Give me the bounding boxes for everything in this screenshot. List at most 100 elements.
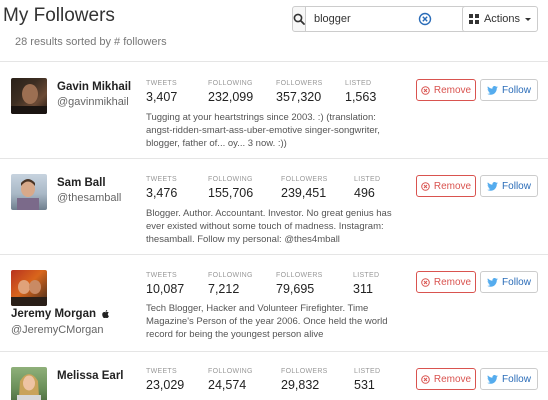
follower-bio: Blogger. Author. Accountant. Investor. N… — [146, 208, 392, 245]
follow-button[interactable]: Follow — [480, 79, 538, 101]
follower-handle[interactable]: @JeremyCMorgan — [11, 324, 103, 336]
twitter-bird-icon — [487, 85, 498, 95]
row-divider — [0, 158, 548, 159]
remove-button[interactable]: Remove — [416, 271, 476, 293]
actions-label: Actions — [483, 13, 521, 25]
follow-button[interactable]: Follow — [480, 175, 538, 197]
remove-button[interactable]: Remove — [416, 79, 476, 101]
search-group — [292, 6, 479, 32]
remove-button[interactable]: Remove — [416, 175, 476, 197]
twitter-bird-icon — [487, 181, 498, 191]
remove-label: Remove — [433, 180, 472, 192]
stat-value: 232,099 — [208, 90, 254, 104]
stat-followers: FOLLOWERS 79,695 — [276, 272, 323, 296]
results-summary: 28 results sorted by # followers — [15, 36, 167, 48]
stat-label: FOLLOWERS — [276, 80, 323, 87]
remove-button[interactable]: Remove — [416, 368, 476, 390]
avatar[interactable] — [11, 367, 47, 400]
stat-label: FOLLOWING — [208, 80, 253, 87]
stat-label: FOLLOWING — [208, 368, 253, 375]
stat-value: 29,832 — [281, 378, 320, 392]
stat-following: FOLLOWING 155,706 — [208, 176, 253, 200]
stat-value: 3,476 — [146, 186, 178, 200]
remove-circle-icon — [421, 374, 430, 384]
row-divider — [0, 351, 548, 352]
remove-circle-icon — [421, 277, 430, 287]
stat-label: TWEETS — [146, 368, 177, 375]
apple-icon — [102, 310, 110, 318]
stat-value: 531 — [354, 378, 375, 392]
stat-value: 496 — [354, 186, 375, 200]
follower-name[interactable]: Gavin Mikhail — [57, 81, 131, 93]
follow-button[interactable]: Follow — [480, 271, 538, 293]
stat-label: LISTED — [354, 176, 381, 183]
row-divider — [0, 254, 548, 255]
stat-tweets: TWEETS 3,407 — [146, 80, 177, 104]
stat-label: FOLLOWERS — [276, 272, 323, 279]
follower-name[interactable]: Melissa Earl — [57, 370, 123, 382]
stat-value: 311 — [353, 282, 373, 296]
follow-label: Follow — [502, 373, 531, 385]
follower-bio: Tugging at your heartstrings since 2003.… — [146, 112, 380, 149]
stat-value: 79,695 — [276, 282, 315, 296]
stat-listed: LISTED 531 — [354, 368, 380, 392]
stat-tweets: TWEETS 3,476 — [146, 176, 177, 200]
row-divider — [0, 61, 548, 62]
follower-name-text: Jeremy Morgan — [11, 308, 97, 320]
twitter-bird-icon — [487, 374, 498, 384]
avatar[interactable] — [11, 270, 47, 306]
follower-handle[interactable]: @gavinmikhail — [57, 96, 129, 108]
remove-label: Remove — [433, 373, 472, 385]
follower-name[interactable]: Sam Ball — [57, 177, 106, 189]
search-input[interactable] — [306, 6, 479, 32]
stat-value: 239,451 — [281, 186, 327, 200]
grid-icon — [468, 14, 479, 24]
stat-label: FOLLOWING — [208, 272, 253, 279]
follow-label: Follow — [502, 180, 531, 192]
remove-label: Remove — [433, 84, 472, 96]
follower-name[interactable]: Jeremy Morgan — [11, 308, 110, 320]
page-title: My Followers — [3, 5, 115, 26]
stat-label: LISTED — [353, 272, 380, 279]
follow-button[interactable]: Follow — [480, 368, 538, 390]
stat-label: TWEETS — [146, 80, 177, 87]
stat-tweets: TWEETS 10,087 — [146, 272, 184, 296]
stat-value: 3,407 — [146, 90, 178, 104]
stat-following: FOLLOWING 24,574 — [208, 368, 253, 392]
caret-down-icon — [525, 18, 532, 21]
stat-following: FOLLOWING 232,099 — [208, 80, 253, 104]
stat-label: TWEETS — [146, 176, 177, 183]
stat-following: FOLLOWING 7,212 — [208, 272, 253, 296]
twitter-bird-icon — [487, 277, 498, 287]
stat-label: FOLLOWERS — [281, 176, 328, 183]
follow-label: Follow — [502, 276, 531, 288]
stat-value: 7,212 — [208, 282, 240, 296]
stat-value: 1,563 — [345, 90, 377, 104]
stat-value: 155,706 — [208, 186, 254, 200]
search-button[interactable] — [292, 6, 306, 32]
stat-value: 10,087 — [146, 282, 185, 296]
stat-value: 357,320 — [276, 90, 322, 104]
stat-label: FOLLOWERS — [281, 368, 328, 375]
stat-tweets: TWEETS 23,029 — [146, 368, 184, 392]
stat-label: LISTED — [345, 80, 372, 87]
stat-label: FOLLOWING — [208, 176, 253, 183]
follower-bio: Tech Blogger, Hacker and Volunteer Firef… — [146, 303, 388, 340]
stat-value: 23,029 — [146, 378, 185, 392]
clear-circle-icon[interactable] — [418, 12, 432, 26]
remove-circle-icon — [421, 181, 430, 191]
avatar[interactable] — [11, 78, 47, 114]
remove-circle-icon — [421, 85, 430, 95]
search-icon — [293, 13, 305, 25]
stat-followers: FOLLOWERS 357,320 — [276, 80, 323, 104]
avatar[interactable] — [11, 174, 47, 210]
stat-listed: LISTED 1,563 — [345, 80, 376, 104]
stat-followers: FOLLOWERS 239,451 — [281, 176, 328, 200]
stat-listed: LISTED 496 — [354, 176, 380, 200]
follow-label: Follow — [502, 84, 531, 96]
stat-listed: LISTED 311 — [353, 272, 379, 296]
actions-button[interactable]: Actions — [462, 6, 538, 32]
stat-followers: FOLLOWERS 29,832 — [281, 368, 328, 392]
stat-value: 24,574 — [208, 378, 247, 392]
follower-handle[interactable]: @thesamball — [57, 192, 121, 204]
